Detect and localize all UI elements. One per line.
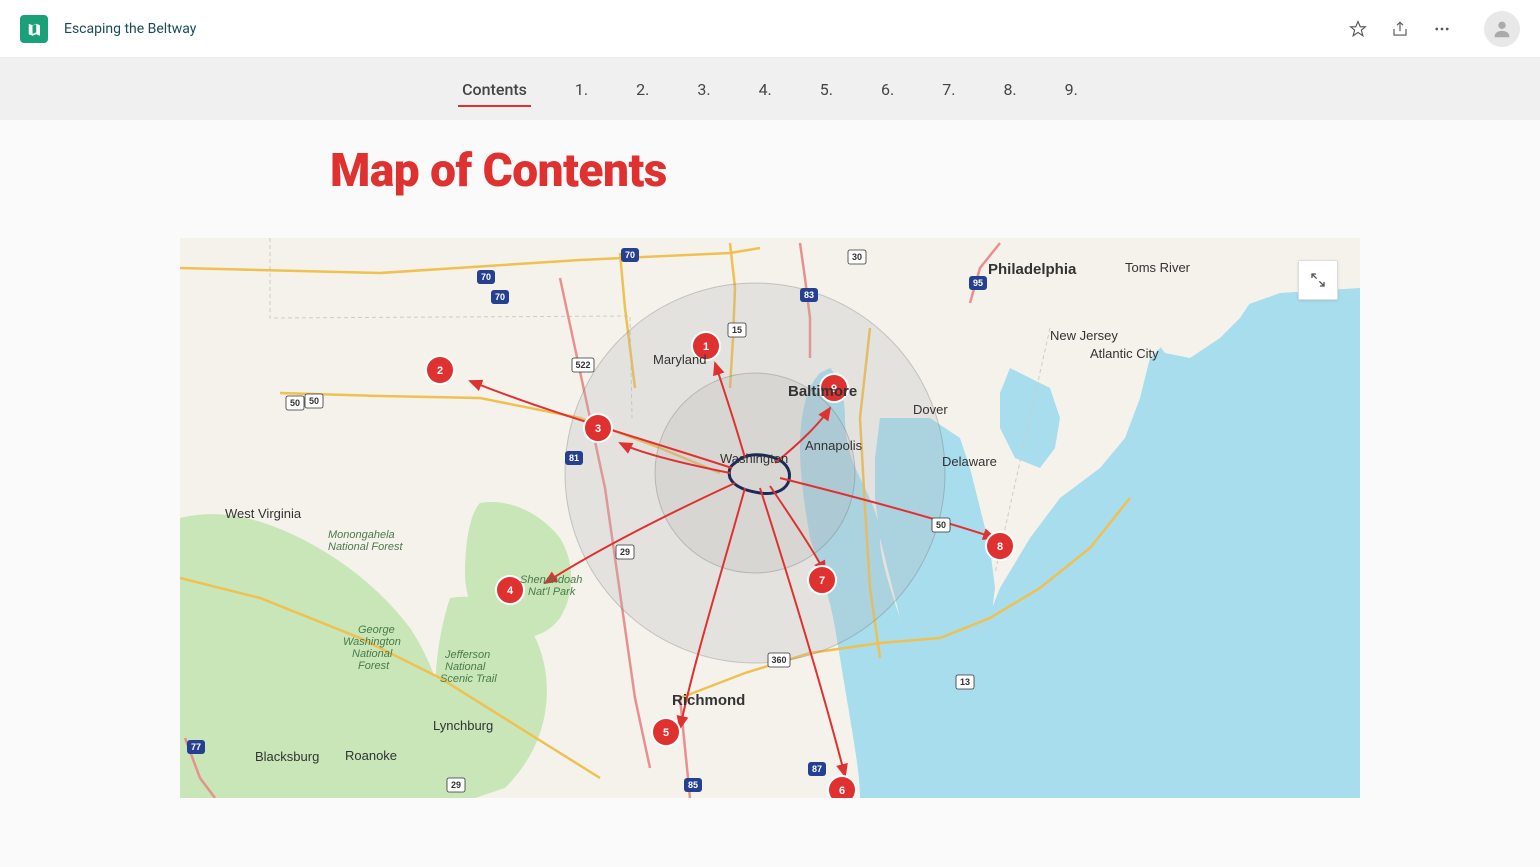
svg-text:4: 4 (507, 585, 514, 597)
svg-text:15: 15 (732, 325, 742, 335)
more-icon[interactable] (1432, 19, 1452, 39)
label-lynchburg: Lynchburg (433, 718, 493, 733)
svg-text:95: 95 (973, 278, 983, 288)
tab-7[interactable]: 7. (938, 72, 959, 107)
shield-us15: 15 (728, 323, 746, 337)
tab-9[interactable]: 9. (1061, 72, 1082, 107)
label-blacksburg: Blacksburg (255, 749, 319, 764)
storymap-logo-icon (20, 15, 48, 43)
svg-text:85: 85 (688, 780, 698, 790)
label-monongahela: MonongahelaNational Forest (328, 529, 404, 553)
header: Escaping the Beltway (0, 0, 1540, 58)
svg-text:87: 87 (812, 764, 822, 774)
label-maryland: Maryland (653, 352, 706, 367)
svg-text:29: 29 (620, 547, 630, 557)
label-west-virginia: West Virginia (225, 506, 302, 521)
label-new-jersey: New Jersey (1050, 328, 1118, 343)
label-washington: Washington (720, 451, 788, 466)
label-roanoke: Roanoke (345, 748, 397, 763)
shield-us50b: 50 (305, 394, 323, 408)
tab-6[interactable]: 6. (877, 72, 898, 107)
svg-text:77: 77 (191, 742, 201, 752)
svg-text:6: 6 (839, 785, 845, 797)
tab-1[interactable]: 1. (571, 72, 592, 107)
tab-4[interactable]: 4. (755, 72, 776, 107)
shield-us29b: 29 (447, 778, 465, 792)
story-title: Escaping the Beltway (64, 21, 196, 37)
svg-text:30: 30 (852, 252, 862, 262)
map-svg: 1 2 3 4 5 6 7 8 9 Philadelphia Toms Rive… (180, 238, 1360, 798)
shield-us13: 13 (956, 675, 974, 689)
svg-text:522: 522 (575, 360, 590, 370)
tab-8[interactable]: 8. (999, 72, 1020, 107)
marker-8[interactable]: 8 (986, 532, 1014, 560)
header-actions (1348, 11, 1520, 47)
marker-7[interactable]: 7 (808, 566, 836, 594)
map-container[interactable]: 1 2 3 4 5 6 7 8 9 Philadelphia Toms Rive… (180, 238, 1360, 798)
marker-5[interactable]: 5 (652, 718, 680, 746)
svg-text:50: 50 (936, 520, 946, 530)
svg-text:3: 3 (595, 423, 601, 435)
marker-2[interactable]: 2 (426, 356, 454, 384)
inner-radius (655, 373, 855, 573)
shield-i77: 77 (187, 740, 205, 754)
tab-contents[interactable]: Contents (458, 72, 531, 107)
svg-text:70: 70 (625, 250, 635, 260)
tab-3[interactable]: 3. (693, 72, 714, 107)
label-baltimore: Baltimore (788, 383, 857, 400)
label-richmond: Richmond (672, 692, 745, 709)
label-atlantic-city: Atlantic City (1090, 346, 1159, 361)
svg-text:50: 50 (309, 396, 319, 406)
svg-text:81: 81 (569, 453, 579, 463)
label-annapolis: Annapolis (805, 438, 863, 453)
shield-us30: 30 (848, 250, 866, 264)
page-title: Map of Contents (330, 144, 1540, 198)
marker-6[interactable]: 6 (828, 776, 856, 798)
svg-text:360: 360 (771, 655, 786, 665)
marker-3[interactable]: 3 (584, 414, 612, 442)
tab-5[interactable]: 5. (816, 72, 837, 107)
shield-i83: 83 (800, 288, 818, 302)
user-avatar[interactable] (1484, 11, 1520, 47)
shield-i70b: 70 (491, 290, 509, 304)
shield-i70c: 70 (621, 248, 639, 262)
content-area: Map of Contents (0, 144, 1540, 798)
svg-text:5: 5 (663, 727, 669, 739)
shield-us29: 29 (616, 545, 634, 559)
tab-2[interactable]: 2. (632, 72, 653, 107)
shield-us522: 522 (572, 358, 594, 372)
label-delaware: Delaware (942, 454, 997, 469)
shield-i87: 87 (808, 762, 826, 776)
svg-text:70: 70 (495, 292, 505, 302)
shield-i81: 81 (565, 451, 583, 465)
expand-button[interactable] (1298, 260, 1338, 300)
shield-i95: 95 (969, 276, 987, 290)
svg-text:50: 50 (290, 398, 300, 408)
label-toms-river: Toms River (1125, 260, 1191, 275)
svg-text:83: 83 (804, 290, 814, 300)
shield-us50c: 50 (932, 518, 950, 532)
svg-text:2: 2 (437, 365, 443, 377)
shield-i70a: 70 (477, 270, 495, 284)
svg-text:13: 13 (960, 677, 970, 687)
svg-text:7: 7 (819, 575, 825, 587)
nav-tabs: Contents 1. 2. 3. 4. 5. 6. 7. 8. 9. (0, 58, 1540, 120)
svg-text:70: 70 (481, 272, 491, 282)
label-philadelphia: Philadelphia (988, 261, 1077, 278)
svg-text:8: 8 (997, 541, 1003, 553)
share-icon[interactable] (1390, 19, 1410, 39)
shield-i85: 85 (684, 778, 702, 792)
label-shenandoah: ShenandoahNat'l Park (520, 574, 582, 598)
label-dover: Dover (913, 402, 948, 417)
favorite-icon[interactable] (1348, 19, 1368, 39)
shield-us50a: 50 (286, 396, 304, 410)
svg-text:29: 29 (451, 780, 461, 790)
shield-us360: 360 (768, 653, 790, 667)
